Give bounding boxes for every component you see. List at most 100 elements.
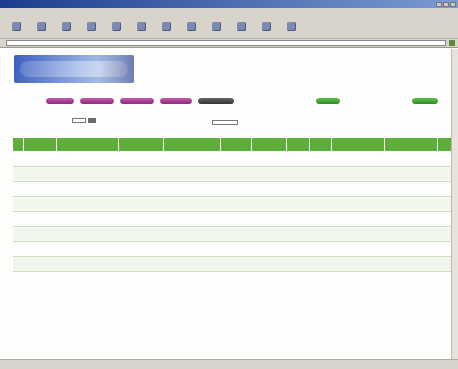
- table-cell: [118, 166, 164, 182]
- table-cell: [286, 226, 310, 242]
- table-row[interactable]: [12, 226, 458, 242]
- toolbar-stop-button[interactable]: [58, 21, 74, 32]
- row-checkbox[interactable]: [12, 256, 24, 272]
- table-cell: [118, 211, 164, 227]
- table-cell: [309, 181, 332, 197]
- table-cell: [163, 151, 221, 167]
- toolbar-refresh-button[interactable]: [83, 21, 99, 32]
- toolbar-print-button[interactable]: [233, 21, 249, 32]
- table-cell: [163, 241, 221, 257]
- table-cell: [309, 211, 332, 227]
- toolbar-edit-button[interactable]: [258, 21, 274, 32]
- row-link[interactable]: [23, 241, 57, 257]
- table-cell: [118, 226, 164, 242]
- table-cell: [251, 166, 287, 182]
- nav-pill-3[interactable]: [120, 98, 154, 104]
- toolbar-history-button[interactable]: [183, 21, 199, 32]
- table-cell: [384, 226, 438, 242]
- nav-pill-next[interactable]: [412, 98, 438, 104]
- row-link[interactable]: [23, 256, 57, 272]
- maximize-icon[interactable]: [443, 1, 449, 7]
- table-cell: [118, 196, 164, 212]
- row-checkbox[interactable]: [12, 211, 24, 227]
- table-row[interactable]: [12, 166, 458, 182]
- table-cell: [309, 166, 332, 182]
- table-cell: [286, 151, 310, 167]
- address-input[interactable]: [6, 40, 446, 46]
- row-checkbox[interactable]: [12, 241, 24, 257]
- toolbar-discuss-button[interactable]: [283, 21, 299, 32]
- table-cell: [331, 166, 385, 182]
- row-link[interactable]: [23, 166, 57, 182]
- table-cell: [220, 256, 252, 272]
- column-header[interactable]: [330, 137, 385, 152]
- refresh-icon: [86, 21, 96, 31]
- toolbar-back-button[interactable]: [8, 21, 24, 32]
- close-icon[interactable]: [450, 1, 456, 7]
- column-header[interactable]: [220, 137, 253, 152]
- list-controls: [60, 111, 320, 133]
- row-checkbox[interactable]: [12, 166, 24, 182]
- row-link[interactable]: [23, 181, 57, 197]
- address-bar: [0, 39, 458, 48]
- table-cell: [251, 151, 287, 167]
- row-link[interactable]: [23, 211, 57, 227]
- toolbar-search-button[interactable]: [133, 21, 149, 32]
- toolbar-favorites-button[interactable]: [158, 21, 174, 32]
- nav-pill-4[interactable]: [160, 98, 192, 104]
- toolbar-forward-button[interactable]: [33, 21, 49, 32]
- table-cell: [56, 256, 119, 272]
- table-cell: [309, 241, 332, 257]
- nav-pill-back[interactable]: [316, 98, 340, 104]
- table-row[interactable]: [12, 256, 458, 272]
- table-cell: [309, 226, 332, 242]
- table-row[interactable]: [12, 241, 458, 257]
- records-per-page-select[interactable]: [72, 118, 86, 123]
- records-go-button[interactable]: [88, 118, 96, 123]
- nav-pill-5[interactable]: [198, 98, 234, 104]
- go-icon[interactable]: [449, 40, 455, 46]
- table-header-row: [11, 137, 458, 152]
- edit-icon: [261, 21, 271, 31]
- table-cell: [331, 181, 385, 197]
- table-cell: [118, 181, 164, 197]
- column-header[interactable]: [118, 137, 164, 152]
- row-link[interactable]: [23, 151, 57, 167]
- row-checkbox[interactable]: [12, 151, 24, 167]
- row-checkbox[interactable]: [12, 181, 24, 197]
- table-cell: [220, 166, 252, 182]
- row-link[interactable]: [23, 196, 57, 212]
- table-cell: [251, 226, 287, 242]
- column-header[interactable]: [286, 137, 310, 152]
- sort-by-select[interactable]: [212, 120, 238, 125]
- toolbar-mail-button[interactable]: [208, 21, 224, 32]
- table-cell: [286, 196, 310, 212]
- column-header[interactable]: [251, 137, 288, 152]
- column-header[interactable]: [162, 137, 222, 152]
- nav-pill-2[interactable]: [80, 98, 114, 104]
- page-content: [0, 49, 458, 369]
- table-cell: [56, 151, 119, 167]
- page-footnote: [14, 331, 434, 335]
- table-row[interactable]: [12, 211, 458, 227]
- table-row[interactable]: [12, 151, 458, 167]
- minimize-icon[interactable]: [436, 1, 442, 7]
- table-cell: [118, 256, 164, 272]
- column-header[interactable]: [383, 137, 438, 152]
- table-row[interactable]: [12, 181, 458, 197]
- window-titlebar: [0, 0, 458, 8]
- table-cell: [220, 196, 252, 212]
- table-row[interactable]: [12, 196, 458, 212]
- nav-pill-1[interactable]: [46, 98, 74, 104]
- vertical-scrollbar[interactable]: [451, 49, 458, 359]
- table-cell: [220, 226, 252, 242]
- row-checkbox[interactable]: [12, 226, 24, 242]
- column-header[interactable]: [11, 137, 25, 152]
- column-header[interactable]: [56, 137, 120, 152]
- row-checkbox[interactable]: [12, 196, 24, 212]
- column-header[interactable]: [23, 137, 58, 152]
- row-link[interactable]: [23, 226, 57, 242]
- toolbar-home-button[interactable]: [108, 21, 124, 32]
- forward-icon: [36, 21, 46, 31]
- column-header[interactable]: [308, 137, 332, 152]
